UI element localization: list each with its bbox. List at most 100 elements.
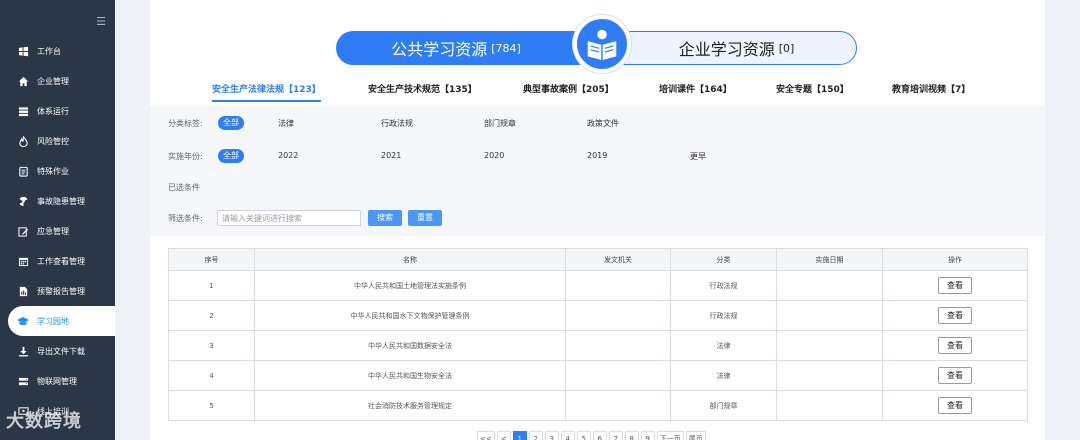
cell-no: 2 [168, 300, 255, 331]
sidebar-item-label: 风险管控 [37, 136, 69, 146]
sidebar-item-dashboard[interactable]: 工作台 [0, 36, 115, 66]
watermark: 大数跨境 [6, 411, 82, 432]
edit-icon [17, 225, 29, 237]
year-option[interactable]: 2022 [278, 151, 298, 160]
category-option[interactable]: 法律 [278, 118, 294, 129]
search-input[interactable] [217, 210, 361, 226]
public-resources-tab[interactable]: 公共学习资源 [784] [336, 31, 596, 65]
enterprise-resources-tab[interactable]: 企业学习资源 [0] [596, 31, 857, 65]
cell-date [776, 390, 883, 421]
sidebar-item-label: 企业管理 [37, 76, 69, 86]
download-icon [17, 345, 29, 357]
tab-training-videos[interactable]: 教育培训视频【7】 [892, 82, 970, 102]
pager-last[interactable]: 尾页 [685, 431, 706, 440]
table-row: 3 中华人民共和国数据安全法 法律 查看 [168, 330, 1028, 361]
category-option[interactable]: 行政法规 [381, 118, 413, 129]
menu-collapse-icon[interactable]: ☰ [96, 16, 106, 27]
cell-date [776, 330, 883, 361]
cell-date [776, 360, 883, 391]
cell-issuer [565, 330, 671, 361]
sidebar-item-emergency[interactable]: 应急管理 [0, 216, 115, 246]
tab-safety-laws[interactable]: 安全生产法律法规【123】 [212, 82, 321, 102]
dashboard-icon [17, 45, 29, 57]
table-row: 5 社会消防技术服务管理规定 部门规章 查看 [168, 390, 1028, 421]
sidebar-item-work-check[interactable]: 工作查看管理 [0, 246, 115, 276]
pager-page[interactable]: 3 [544, 431, 559, 440]
cell-action: 查看 [882, 330, 1028, 361]
sidebar-item-label: 工作查看管理 [37, 256, 85, 266]
tab-technical-standards[interactable]: 安全生产技术规范【135】 [368, 82, 477, 102]
tab-training-courseware[interactable]: 培训课件【164】 [659, 82, 732, 102]
year-filter-label: 实施年份: [168, 152, 203, 161]
sidebar-nav: 工作台 企业管理 体系运行 风险管控 特殊作业 事故隐患管理 应急管理 工作查看… [0, 36, 115, 426]
pager-page[interactable]: 1 [512, 431, 527, 440]
layers-icon [17, 105, 29, 117]
pager-page[interactable]: 8 [624, 431, 639, 440]
sidebar-item-label: 预警报告管理 [37, 286, 85, 296]
cell-date [776, 300, 883, 331]
sidebar-item-download[interactable]: 导出文件下载 [0, 336, 115, 366]
column-header: 操作 [882, 248, 1028, 271]
year-option[interactable]: 2019 [587, 151, 607, 160]
pager-first[interactable]: << [477, 431, 495, 440]
table-row: 4 中华人民共和国生物安全法 法律 查看 [168, 360, 1028, 391]
home-icon [17, 75, 29, 87]
pager-page[interactable]: 6 [592, 431, 607, 440]
sidebar-item-label: 学习园地 [37, 316, 69, 326]
cell-category: 法律 [670, 360, 777, 391]
column-header: 序号 [168, 248, 255, 271]
sidebar-item-iot[interactable]: 物联网管理 [0, 366, 115, 396]
category-option[interactable]: 部门规章 [484, 118, 516, 129]
pager-prev[interactable]: < [496, 431, 511, 440]
sidebar-item-learning[interactable]: 学习园地 [8, 306, 115, 336]
sidebar-item-warning-report[interactable]: 预警报告管理 [0, 276, 115, 306]
cell-category: 行政法规 [670, 300, 777, 331]
view-button[interactable]: 查看 [938, 337, 972, 354]
content-panel: 公共学习资源 [784] 企业学习资源 [0] 安全生产法律法规【123】 安全… [150, 0, 1045, 440]
tab-accident-cases[interactable]: 典型事故案例【205】 [523, 82, 614, 102]
filter-panel: 分类标签: 全部 法律 行政法规 部门规章 政策文件 实施年份: 全部 2022… [150, 106, 1045, 236]
sidebar-item-special-work[interactable]: 特殊作业 [0, 156, 115, 186]
cell-issuer [565, 300, 671, 331]
view-button[interactable]: 查看 [938, 367, 972, 384]
reset-button[interactable]: 重置 [408, 210, 442, 226]
view-button[interactable]: 查看 [938, 277, 972, 294]
cell-issuer [565, 360, 671, 391]
category-option[interactable]: 政策文件 [587, 118, 619, 129]
year-option[interactable]: 更早 [690, 151, 706, 162]
table-row: 1 中华人民共和国土地管理法实施条例 行政法规 查看 [168, 270, 1028, 301]
view-button[interactable]: 查看 [938, 307, 972, 324]
sidebar-item-label: 事故隐患管理 [37, 196, 85, 206]
enterprise-resources-label: 企业学习资源 [678, 40, 775, 59]
sidebar-item-system[interactable]: 体系运行 [0, 96, 115, 126]
pager-page[interactable]: 5 [576, 431, 591, 440]
year-all-chip[interactable]: 全部 [218, 149, 244, 163]
sidebar-item-enterprise[interactable]: 企业管理 [0, 66, 115, 96]
view-button[interactable]: 查看 [938, 397, 972, 414]
pager-page[interactable]: 9 [640, 431, 655, 440]
sidebar-item-label: 导出文件下载 [37, 346, 85, 356]
cell-category: 法律 [670, 330, 777, 361]
pager-page[interactable]: 4 [560, 431, 575, 440]
sidebar-item-risk[interactable]: 风险管控 [0, 126, 115, 156]
year-option[interactable]: 2021 [381, 151, 401, 160]
pager-page[interactable]: 7 [608, 431, 623, 440]
year-option[interactable]: 2020 [484, 151, 504, 160]
category-all-chip[interactable]: 全部 [218, 116, 244, 130]
pager-next[interactable]: 下一页 [656, 431, 684, 440]
iot-icon [17, 375, 29, 387]
category-filter-label: 分类标签: [168, 119, 203, 128]
column-header: 分类 [670, 248, 777, 271]
sidebar-item-hazard[interactable]: 事故隐患管理 [0, 186, 115, 216]
cell-no: 4 [168, 360, 255, 391]
pager-page[interactable]: 2 [528, 431, 543, 440]
selected-conditions-label: 已选条件 [168, 183, 200, 192]
cell-issuer [565, 390, 671, 421]
sidebar-item-label: 工作台 [37, 46, 61, 56]
public-resources-label: 公共学习资源 [391, 40, 488, 59]
search-button[interactable]: 搜索 [368, 210, 402, 226]
flame-icon [17, 135, 29, 147]
tab-safety-topics[interactable]: 安全专题【150】 [776, 82, 849, 102]
results-table: 序号 名称 发文机关 分类 实施日期 操作 1 中华人民共和国土地管理法实施条例… [168, 248, 1028, 421]
report-icon [17, 285, 29, 297]
